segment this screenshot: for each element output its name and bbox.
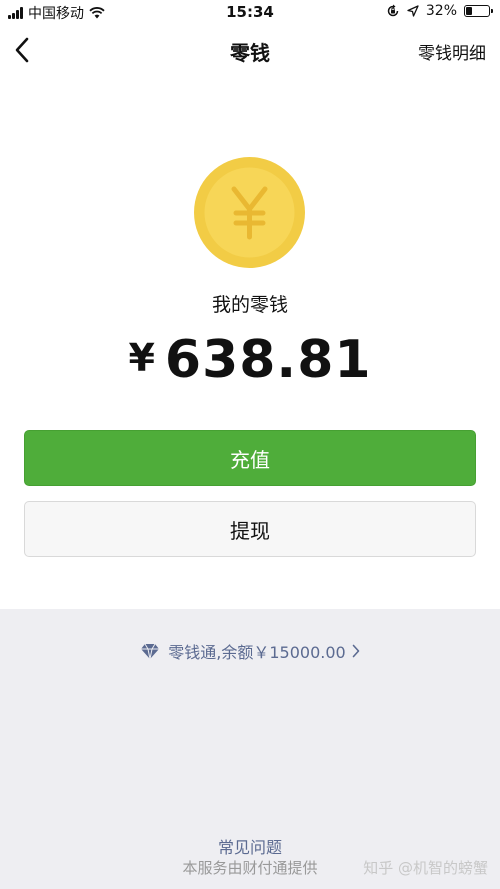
chevron-right-icon <box>352 644 360 658</box>
lock-rotation-icon <box>386 4 400 18</box>
bottom-panel: 零钱通,余额￥15000.00 常见问题 本服务由财付通提供 知乎 @机智的螃蟹 <box>0 609 500 889</box>
recharge-button[interactable]: 充值 <box>24 430 476 486</box>
balance-details-link[interactable]: 零钱明细 <box>418 39 486 64</box>
fund-balance-link[interactable]: 零钱通,余额￥15000.00 <box>0 639 500 663</box>
balance-amount: ¥638.81 <box>0 330 500 390</box>
fund-balance-text: 零钱通,余额￥15000.00 <box>168 643 346 662</box>
currency-symbol: ¥ <box>128 336 155 380</box>
balance-label: 我的零钱 <box>211 294 288 316</box>
battery-percent: 32% <box>425 3 457 19</box>
watermark: 知乎 @机智的螃蟹 <box>363 859 488 877</box>
nav-bar: 零钱 零钱明细 <box>0 24 500 76</box>
battery-icon <box>464 5 493 17</box>
status-right: 32% <box>386 3 493 19</box>
yen-coin-icon <box>194 157 305 268</box>
diamond-icon <box>140 643 160 660</box>
faq-link[interactable]: 常见问题 <box>0 834 500 858</box>
location-arrow-icon <box>407 5 419 17</box>
withdraw-button[interactable]: 提现 <box>24 501 476 557</box>
battery-fill <box>466 7 472 15</box>
balance-value: 638.81 <box>164 330 372 390</box>
status-bar: 中国移动 15:34 32% <box>0 0 500 24</box>
